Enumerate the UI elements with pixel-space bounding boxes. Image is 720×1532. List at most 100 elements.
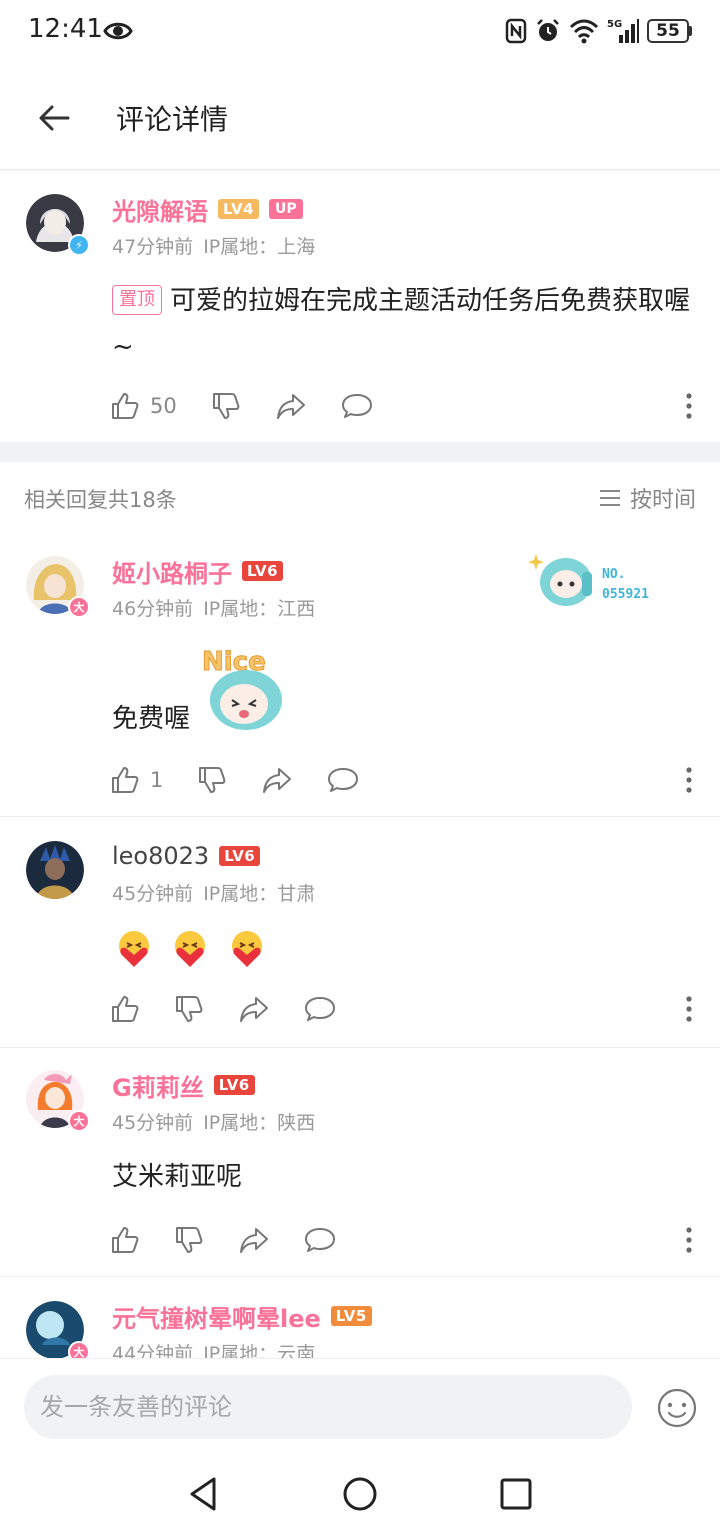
- share-button[interactable]: [238, 994, 270, 1024]
- comment-time: 46分钟前: [112, 598, 194, 620]
- chat-bubble-icon: [305, 997, 335, 1021]
- comment-time: 44分钟前: [112, 1343, 194, 1358]
- pinned-tag: 置顶: [112, 285, 162, 315]
- verified-badge-icon: ⚡: [68, 234, 90, 256]
- like-count: 50: [150, 394, 177, 418]
- nav-recents-icon[interactable]: [496, 1474, 536, 1514]
- comment-time: 45分钟前: [112, 1112, 194, 1134]
- reply-button[interactable]: [304, 1225, 336, 1255]
- level-badge: LV4: [218, 199, 260, 219]
- avatar-image: [26, 841, 84, 899]
- comment-text: 艾米莉亚呢: [112, 1154, 698, 1200]
- avatar[interactable]: 大: [26, 1070, 90, 1132]
- comment-body: 可爱的拉姆在完成主题活动任务后免费获取喔~: [112, 286, 691, 362]
- user-info-row: leo8023 LV6: [112, 839, 261, 873]
- reply-count: 相关回复共18条: [24, 488, 177, 512]
- more-vertical-icon[interactable]: [684, 995, 694, 1023]
- user-info-row: 元气撞树晕啊晕lee LV5: [112, 1299, 372, 1333]
- chat-bubble-icon: [328, 768, 359, 792]
- user-info-row: 光隙解语 LV4 UP: [112, 192, 303, 226]
- fan-badge-line2: 055921: [602, 587, 649, 602]
- comment-body: 免费喔: [112, 704, 191, 734]
- reply-item: 大 元气撞树晕啊晕lee LV5 44分钟前 IP属地：云南: [0, 1277, 720, 1358]
- reply-item: 大 姬小路桐子 LV6 46分钟前 IP属地：江西 NO. 055921 免费喔 …: [0, 534, 720, 816]
- reply-item: 大 G莉莉丝 LV6 45分钟前 IP属地：陕西 艾米莉亚呢: [0, 1048, 720, 1276]
- back-arrow-icon[interactable]: [34, 98, 74, 138]
- dislike-button[interactable]: [211, 391, 241, 421]
- like-count: 1: [150, 768, 164, 792]
- comment-input[interactable]: [24, 1375, 632, 1439]
- network-label: 5G: [607, 19, 622, 30]
- sort-toggle[interactable]: 按时间: [598, 482, 696, 514]
- hug-emoji-icon: [231, 930, 262, 967]
- level-badge: LV5: [330, 1306, 372, 1326]
- share-icon: [240, 1228, 268, 1253]
- comment-body: 艾米莉亚呢: [112, 1162, 243, 1192]
- reply-button[interactable]: [304, 994, 336, 1024]
- main-comment: ⚡ 光隙解语 LV4 UP 47分钟前 IP属地：上海 置顶 可爱的拉姆在完成主题活…: [0, 170, 720, 442]
- reply-button[interactable]: [327, 765, 359, 795]
- comment-meta: 45分钟前 IP属地：甘肃: [112, 879, 315, 906]
- comment-input-bar: [0, 1358, 720, 1454]
- comment-text: 置顶 可爱的拉姆在完成主题活动任务后免费获取喔~: [112, 278, 698, 370]
- comment-meta: 44分钟前 IP属地：云南: [112, 1339, 315, 1358]
- more-vertical-icon[interactable]: [684, 766, 694, 794]
- ip-location: IP属地：陕西: [203, 1112, 316, 1134]
- up-badge: UP: [269, 199, 303, 219]
- avatar[interactable]: [26, 841, 86, 901]
- comment-actions: 1: [110, 760, 694, 800]
- user-name[interactable]: 光隙解语: [112, 192, 208, 227]
- level-badge: LV6: [219, 846, 261, 866]
- thumbs-up-icon: [112, 996, 139, 1022]
- ip-location: IP属地：云南: [203, 1343, 316, 1358]
- status-icons: 5G 55: [505, 16, 692, 46]
- dislike-button[interactable]: [197, 765, 227, 795]
- thumbs-down-icon: [176, 996, 203, 1022]
- top-app-bar: 评论详情: [0, 64, 720, 170]
- share-button[interactable]: [261, 765, 293, 795]
- comment-meta: 47分钟前 IP属地：上海: [112, 232, 315, 259]
- thumbs-down-icon: [176, 1227, 203, 1253]
- more-vertical-icon[interactable]: [684, 392, 694, 420]
- comment-time: 45分钟前: [112, 883, 194, 905]
- like-button[interactable]: 1: [110, 765, 163, 795]
- dislike-button[interactable]: [174, 994, 204, 1024]
- nice-sticker: Nice: [202, 647, 282, 730]
- member-badge: 大: [68, 596, 90, 618]
- more-vertical-icon[interactable]: [684, 1226, 694, 1254]
- member-badge: 大: [68, 1341, 90, 1358]
- thumbs-up-icon: [112, 393, 139, 419]
- member-badge: 大: [68, 1110, 90, 1132]
- nav-back-icon[interactable]: [184, 1474, 224, 1514]
- emoji-icon[interactable]: [656, 1387, 698, 1429]
- battery-icon: 55: [647, 19, 692, 43]
- user-name[interactable]: 元气撞树晕啊晕lee: [112, 1299, 321, 1334]
- fan-medal-badge: NO. 055921: [528, 554, 649, 606]
- reply-button[interactable]: [341, 391, 373, 421]
- share-button[interactable]: [275, 391, 307, 421]
- avatar[interactable]: ⚡: [26, 194, 90, 256]
- ip-location: IP属地：江西: [203, 598, 316, 620]
- like-button[interactable]: [110, 994, 140, 1024]
- user-name[interactable]: G莉莉丝: [112, 1068, 204, 1103]
- like-button[interactable]: [110, 1225, 140, 1255]
- dislike-button[interactable]: [174, 1225, 204, 1255]
- replies-header: 相关回复共18条 按时间: [0, 462, 720, 534]
- user-name[interactable]: leo8023: [112, 842, 209, 870]
- system-nav-bar: [0, 1454, 720, 1532]
- sort-label: 按时间: [629, 488, 696, 513]
- user-info-row: G莉莉丝 LV6: [112, 1068, 255, 1102]
- list-sort-icon: [599, 490, 620, 506]
- avatar[interactable]: 大: [26, 1301, 90, 1358]
- thumbs-down-icon: [199, 767, 226, 793]
- ip-location: IP属地：甘肃: [203, 883, 316, 905]
- alarm-icon: [537, 19, 559, 41]
- comment-meta: 45分钟前 IP属地：陕西: [112, 1108, 315, 1135]
- nav-home-icon[interactable]: [340, 1474, 380, 1514]
- comment-actions: 50: [110, 386, 694, 426]
- battery-level: 55: [647, 19, 689, 43]
- like-button[interactable]: 50: [110, 391, 177, 421]
- avatar[interactable]: 大: [26, 556, 90, 618]
- user-name[interactable]: 姬小路桐子: [112, 554, 232, 589]
- share-button[interactable]: [238, 1225, 270, 1255]
